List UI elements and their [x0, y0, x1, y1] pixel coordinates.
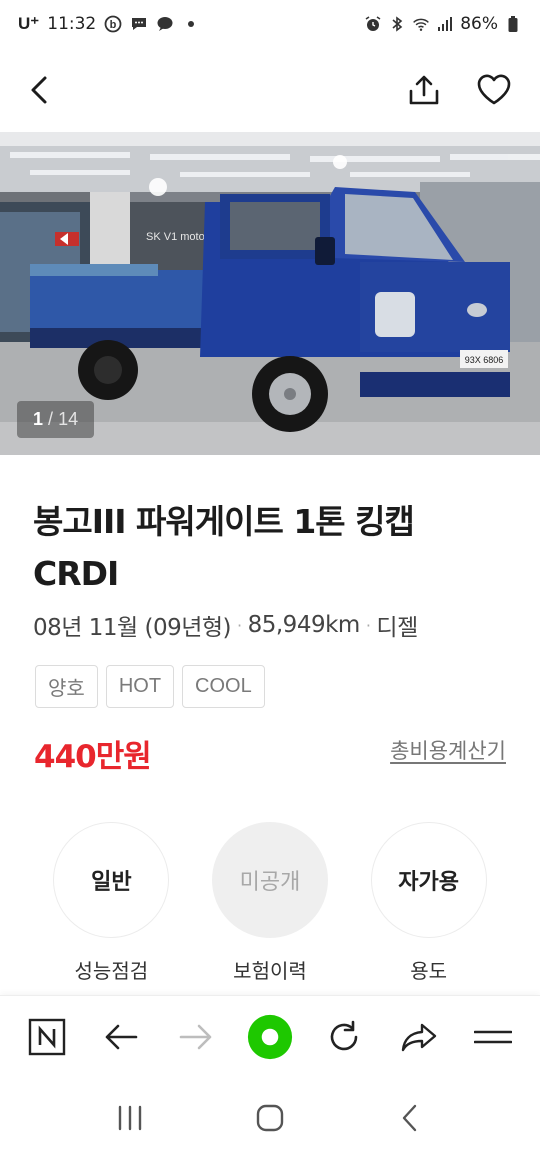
info-label: 보험이력 [233, 959, 307, 983]
recent-apps-button[interactable] [100, 1093, 160, 1143]
share-button[interactable] [402, 68, 446, 112]
wifi-icon [412, 15, 430, 33]
green-dot-button[interactable] [247, 1014, 293, 1060]
battery-icon [504, 15, 522, 33]
photo-total: 14 [58, 409, 79, 429]
reload-button[interactable] [321, 1014, 367, 1060]
browser-back-button[interactable] [98, 1014, 144, 1060]
system-nav-bar [0, 1077, 540, 1158]
chat-bubble-icon [156, 15, 174, 33]
price: 440만원 [34, 739, 152, 775]
back-arrow-icon [106, 1024, 138, 1049]
spec-date: 08년 11월 (09년형) [33, 615, 232, 641]
info-summary: 일반 성능점검 미공개 보험이력 자가용 용도 [0, 822, 540, 984]
heart-icon [477, 74, 511, 105]
battery-label: 86% [460, 14, 498, 34]
signal-icon [436, 15, 454, 33]
home-button[interactable] [240, 1093, 300, 1143]
info-circle: 자가용 [370, 822, 487, 938]
chat-icon [130, 15, 148, 33]
naver-n-icon [28, 1018, 66, 1055]
tag-list: 양호 HOT COOL [35, 665, 265, 708]
status-bar: U⁺ 11:32 b 86% [0, 0, 540, 48]
home-icon [256, 1104, 284, 1131]
favorite-button[interactable] [472, 68, 516, 112]
svg-text:b: b [110, 19, 117, 31]
separator-dot-icon: · [237, 615, 242, 635]
tag-cool: COOL [182, 665, 265, 708]
separator-dot-icon: · [365, 615, 371, 635]
back-arrow-icon [31, 76, 47, 104]
tag-condition: 양호 [35, 665, 98, 708]
green-home-icon [247, 1014, 293, 1059]
license-plate-text: 93X 6806 [465, 355, 504, 365]
total-cost-calculator-link[interactable]: 총비용계산기 [390, 735, 506, 765]
naver-home-button[interactable] [24, 1014, 70, 1060]
spec-line: 08년 11월 (09년형) · 85,949km · 디젤 [33, 608, 418, 642]
carrier-label: U⁺ [18, 14, 40, 33]
spec-fuel: 디젤 [376, 615, 418, 641]
browser-toolbar [0, 995, 540, 1077]
info-label: 용도 [410, 959, 448, 983]
info-label: 성능점검 [74, 959, 149, 983]
listing-title: 봉고III 파워게이트 1톤 킹캡 CRDI [33, 502, 415, 593]
menu-icon [473, 1030, 512, 1043]
photo-counter: 1 / 14 [17, 401, 95, 438]
app-header [0, 48, 540, 132]
spec-mileage: 85,949km [247, 612, 361, 638]
forward-arrow-icon [179, 1024, 211, 1049]
dealer-sign-text: SK V1 motor [146, 231, 209, 243]
menu-button[interactable] [470, 1014, 516, 1060]
info-circle: 미공개 [211, 822, 328, 938]
photo-current-index: 1 [33, 409, 44, 429]
bluetooth-icon [388, 15, 406, 33]
share-arrow-icon [401, 1023, 436, 1051]
time-label: 11:32 [47, 14, 97, 34]
browser-forward-button[interactable] [173, 1014, 219, 1060]
car-photo[interactable]: SK V1 motor 93X 6806 1 / 14 [0, 132, 540, 455]
back-icon [402, 1104, 417, 1131]
recent-apps-icon [118, 1105, 142, 1130]
dot-icon [182, 15, 200, 33]
back-button[interactable] [18, 68, 62, 112]
reload-icon [331, 1020, 358, 1050]
info-insurance-history[interactable]: 미공개 보험이력 [200, 822, 340, 984]
b-icon: b [104, 15, 122, 33]
share-icon [409, 75, 439, 105]
alarm-icon [364, 15, 382, 33]
info-circle: 일반 [53, 822, 170, 938]
photo-separator: / [48, 409, 54, 429]
info-usage[interactable]: 자가용 용도 [359, 822, 499, 984]
share-page-button[interactable] [396, 1014, 442, 1060]
info-performance-check[interactable]: 일반 성능점검 [41, 822, 181, 984]
tag-hot: HOT [105, 665, 175, 708]
system-back-button[interactable] [380, 1093, 440, 1143]
